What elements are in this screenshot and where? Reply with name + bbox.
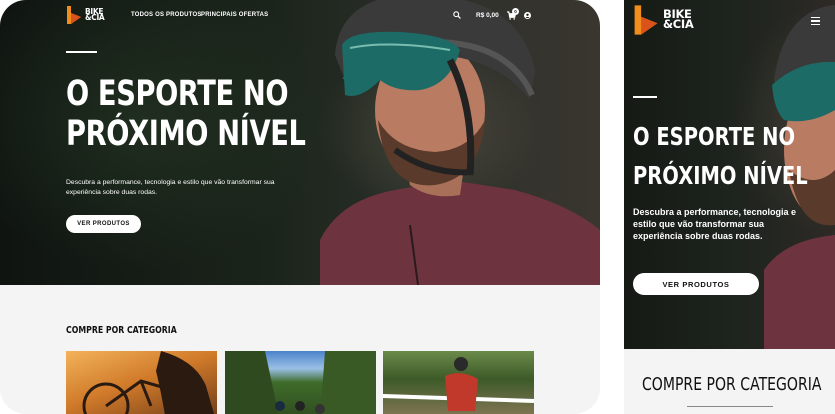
category-card-group-ride[interactable] [225,351,376,414]
hero-subtitle: Descubra a performance, tecnologia e est… [66,179,275,196]
hamburger-icon[interactable] [811,17,820,25]
category-image-2 [225,351,376,414]
mobile-hero-title: O ESPORTE NO PRÓXIMO NÍVEL [633,117,808,195]
cart-total: R$ 0,00 [476,12,499,19]
mobile-view-products-button[interactable]: VER PRODUTOS [633,273,759,295]
view-products-button[interactable]: VER PRODUTOS [66,215,141,233]
hero-divider [66,51,97,53]
user-icon[interactable] [524,12,531,19]
top-navigation: BIKE &CIA TODOS OS PRODUTOS PRINCIPAIS O… [0,0,600,32]
mobile-logo-line-2: &CIA [663,17,694,31]
mobile-hero-divider [633,96,657,98]
mobile-hero-subtitle: Descubra a performance, tecnologia e est… [633,207,797,241]
logo-wordmark: BIKE &CIA [85,7,105,22]
search-icon[interactable] [453,11,461,19]
desktop-preview: BIKE &CIA TODOS OS PRODUTOS PRINCIPAIS O… [0,0,600,414]
brand-logo[interactable]: BIKE &CIA [66,6,105,24]
mobile-logo-mark-icon [634,5,658,35]
category-card-race[interactable] [383,351,534,414]
nav-link-top-offers[interactable]: PRINCIPAIS OFERTAS [201,12,268,18]
mobile-category-divider [687,406,773,407]
mobile-logo-wordmark: BIKE &CIA [663,9,694,31]
hero-title-line-2: PRÓXIMO NÍVEL [66,114,306,154]
mobile-category-section-title: COMPRE POR CATEGORIA [642,374,822,395]
category-image-3 [383,357,534,411]
hero-banner: BIKE &CIA TODOS OS PRODUTOS PRINCIPAIS O… [0,0,600,285]
category-card-mtb-sunset[interactable] [66,351,217,414]
mobile-brand-logo[interactable]: BIKE &CIA [633,5,694,35]
mobile-hero-title-line-1: O ESPORTE NO [633,122,796,151]
mobile-hero-banner: BIKE &CIA O ESPORTE NO PRÓXIMO NÍVEL Des… [624,0,835,349]
category-section-title: COMPRE POR CATEGORIA [66,325,177,336]
hero-cyclist-image [320,0,600,285]
hero-title: O ESPORTE NO PRÓXIMO NÍVEL [66,74,306,154]
hero-title-line-1: O ESPORTE NO [66,74,289,114]
logo-mark-icon [67,6,81,24]
logo-line-2: &CIA [85,13,105,22]
nav-link-all-products[interactable]: TODOS OS PRODUTOS [131,12,202,18]
mobile-hero-title-line-2: PRÓXIMO NÍVEL [633,161,808,190]
header-actions: R$ 0,00 0 [450,8,540,23]
cart-count-badge: 0 [512,8,519,15]
mobile-preview: BIKE &CIA O ESPORTE NO PRÓXIMO NÍVEL Des… [624,0,835,414]
category-image-1 [82,351,214,414]
